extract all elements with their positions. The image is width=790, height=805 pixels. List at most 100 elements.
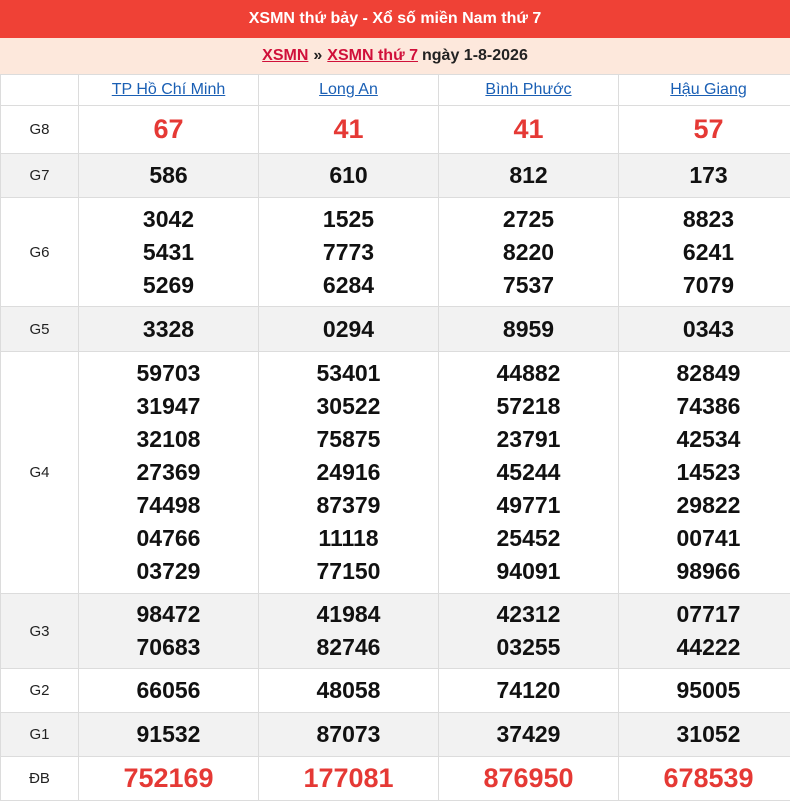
result-cell: 812 xyxy=(438,153,619,198)
breadcrumb-link-xsmn[interactable]: XSMN xyxy=(262,47,308,65)
result-number: 77150 xyxy=(316,558,381,584)
page-title-bar: XSMN thứ bảy - Xổ số miền Nam thứ 7 xyxy=(0,0,790,38)
province-link[interactable]: TP Hồ Chí Minh xyxy=(112,81,226,98)
result-cell: 8823 6241 7079 xyxy=(618,197,790,307)
result-cell: 91532 xyxy=(78,712,259,757)
result-cell: 8959 xyxy=(438,306,619,352)
prize-label: G4 xyxy=(0,351,79,594)
result-number: 59703 xyxy=(136,360,201,386)
result-number: 98966 xyxy=(676,558,741,584)
result-cell: 0294 xyxy=(258,306,439,352)
result-cell: 41984 82746 xyxy=(258,593,439,669)
prize-label: G2 xyxy=(0,668,79,713)
result-cell: 48058 xyxy=(258,668,439,713)
result-number: 48058 xyxy=(316,677,381,703)
result-number: 70683 xyxy=(136,634,201,660)
result-cell: 173 xyxy=(618,153,790,198)
page-title: XSMN thứ bảy - Xổ số miền Nam thứ 7 xyxy=(248,10,542,27)
prize-row: G7 586 610 812 173 xyxy=(0,153,790,198)
province-link[interactable]: Bình Phước xyxy=(485,81,571,98)
result-cell: 876950 xyxy=(438,756,619,801)
result-number: 98472 xyxy=(136,601,201,627)
result-number: 49771 xyxy=(496,492,561,518)
result-number: 82746 xyxy=(316,634,381,660)
breadcrumb-separator: » xyxy=(313,47,323,64)
result-number: 74386 xyxy=(676,393,741,419)
prize-row: ĐB 752169 177081 876950 678539 xyxy=(0,756,790,801)
province-link[interactable]: Long An xyxy=(319,81,378,98)
result-number: 5431 xyxy=(142,238,195,265)
result-number: 42534 xyxy=(676,426,741,452)
result-number: 03729 xyxy=(136,558,201,584)
province-link[interactable]: Hậu Giang xyxy=(670,81,747,98)
result-number: 2725 xyxy=(502,205,555,232)
result-number: 42312 xyxy=(496,601,561,627)
result-cell: 31052 xyxy=(618,712,790,757)
result-number: 812 xyxy=(509,162,548,188)
result-cell: 610 xyxy=(258,153,439,198)
prize-row: G4 59703 31947 32108 27369 74498 04766 03729 534… xyxy=(0,351,790,594)
result-number: 00741 xyxy=(676,525,741,551)
result-number: 87379 xyxy=(316,492,381,518)
result-number: 24916 xyxy=(316,459,381,485)
province-header: Hậu Giang xyxy=(618,74,790,106)
result-number: 586 xyxy=(149,162,188,188)
result-number: 74498 xyxy=(136,492,201,518)
prize-label: G3 xyxy=(0,593,79,669)
result-cell: 82849 74386 42534 14523 29822 00741 98966 xyxy=(618,351,790,594)
prize-label: G8 xyxy=(0,105,79,154)
result-cell: 59703 31947 32108 27369 74498 04766 03729 xyxy=(78,351,259,594)
result-number: 876950 xyxy=(483,763,574,793)
result-number: 27369 xyxy=(136,459,201,485)
result-cell: 41 xyxy=(438,105,619,154)
result-number: 45244 xyxy=(496,459,561,485)
result-cell: 67 xyxy=(78,105,259,154)
result-number: 177081 xyxy=(303,763,394,793)
result-number: 32108 xyxy=(136,426,201,452)
result-number: 7537 xyxy=(502,271,555,298)
breadcrumb-link-xsmn-thu-7[interactable]: XSMN thứ 7 xyxy=(327,47,418,65)
result-number: 41 xyxy=(513,114,544,144)
prize-label: ĐB xyxy=(0,756,79,801)
result-number: 53401 xyxy=(316,360,381,386)
result-number: 11118 xyxy=(318,525,379,551)
result-cell: 42312 03255 xyxy=(438,593,619,669)
result-number: 8823 xyxy=(682,205,735,232)
result-cell: 74120 xyxy=(438,668,619,713)
result-number: 25452 xyxy=(496,525,561,551)
results-body: G8 67 41 41 57 G7 586 610 812 173 G6 3042 5431 5269 15… xyxy=(0,105,790,801)
result-cell: 678539 xyxy=(618,756,790,801)
result-number: 31052 xyxy=(676,721,741,747)
breadcrumb: XSMN » XSMN thứ 7 ngày 1-8-2026 xyxy=(0,38,790,74)
result-number: 23791 xyxy=(496,426,561,452)
result-number: 5269 xyxy=(142,271,195,298)
result-cell: 44882 57218 23791 45244 49771 25452 94091 xyxy=(438,351,619,594)
result-cell: 3042 5431 5269 xyxy=(78,197,259,307)
result-number: 44222 xyxy=(676,634,741,660)
result-number: 8959 xyxy=(502,315,555,342)
province-header: Bình Phước xyxy=(438,74,619,106)
result-number: 37429 xyxy=(496,721,561,747)
province-header: TP Hồ Chí Minh xyxy=(78,74,259,106)
result-number: 41 xyxy=(333,114,364,144)
result-cell: 752169 xyxy=(78,756,259,801)
result-number: 0343 xyxy=(682,315,735,342)
result-cell: 3328 xyxy=(78,306,259,352)
prize-row: G3 98472 70683 41984 82746 42312 03255 07717 442… xyxy=(0,593,790,669)
prize-label: G6 xyxy=(0,197,79,307)
result-number: 14523 xyxy=(676,459,741,485)
result-number: 04766 xyxy=(136,525,201,551)
result-number: 173 xyxy=(689,162,728,188)
result-cell: 1525 7773 6284 xyxy=(258,197,439,307)
result-cell: 87073 xyxy=(258,712,439,757)
prize-label: G5 xyxy=(0,306,79,352)
province-header-row: TP Hồ Chí Minh Long An Bình Phước Hậu Gi… xyxy=(0,74,790,106)
result-number: 57218 xyxy=(496,393,561,419)
prize-label: G1 xyxy=(0,712,79,757)
result-cell: 57 xyxy=(618,105,790,154)
results-table: TP Hồ Chí Minh Long An Bình Phước Hậu Gi… xyxy=(0,74,790,801)
result-number: 8220 xyxy=(502,238,555,265)
result-number: 610 xyxy=(329,162,368,188)
result-number: 82849 xyxy=(676,360,741,386)
result-number: 41984 xyxy=(316,601,381,627)
